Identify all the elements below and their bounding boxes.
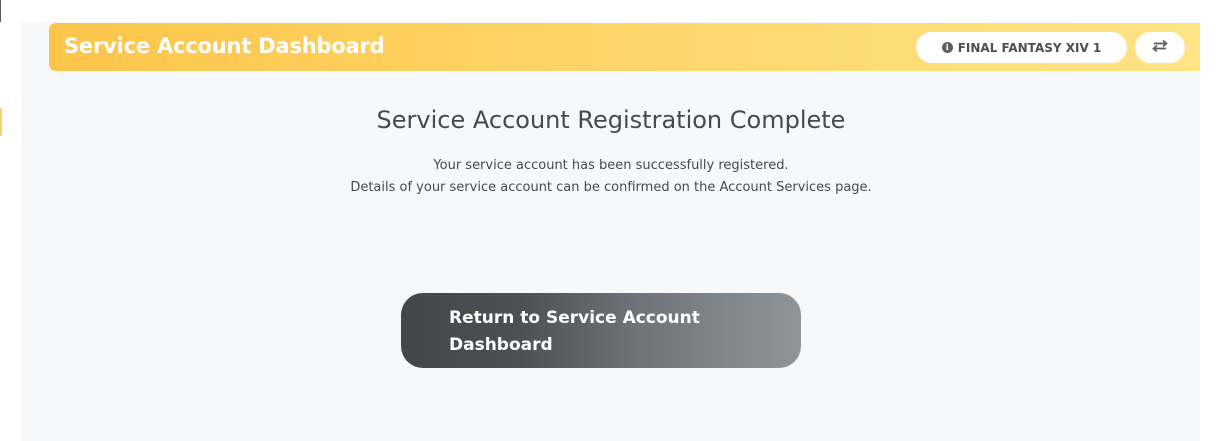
page-title: Service Account Dashboard: [64, 34, 385, 58]
info-icon: i: [941, 42, 953, 53]
dashboard-header: Service Account Dashboard i FINAL FANTAS…: [49, 23, 1200, 71]
return-button-label: Return to Service Account Dashboard: [449, 308, 700, 355]
swap-arrows-icon: [1150, 38, 1170, 57]
left-edge-divider: [0, 0, 1, 22]
main-content: Service Account Dashboard i FINAL FANTAS…: [22, 22, 1200, 441]
registration-complete-heading: Service Account Registration Complete: [376, 106, 846, 134]
right-gutter: [1200, 0, 1220, 441]
game-selector-label: FINAL FANTASY XIV 1: [957, 40, 1102, 55]
return-to-dashboard-button[interactable]: Return to Service Account Dashboard: [401, 293, 801, 368]
account-services-note: Details of your service account can be c…: [350, 180, 872, 195]
page: Service Account Dashboard i FINAL FANTAS…: [0, 0, 1220, 441]
left-edge-accent: [0, 108, 2, 136]
game-selector-button[interactable]: i FINAL FANTASY XIV 1: [916, 32, 1127, 63]
switch-account-button[interactable]: [1135, 32, 1185, 63]
success-message: Your service account has been successful…: [433, 158, 789, 173]
